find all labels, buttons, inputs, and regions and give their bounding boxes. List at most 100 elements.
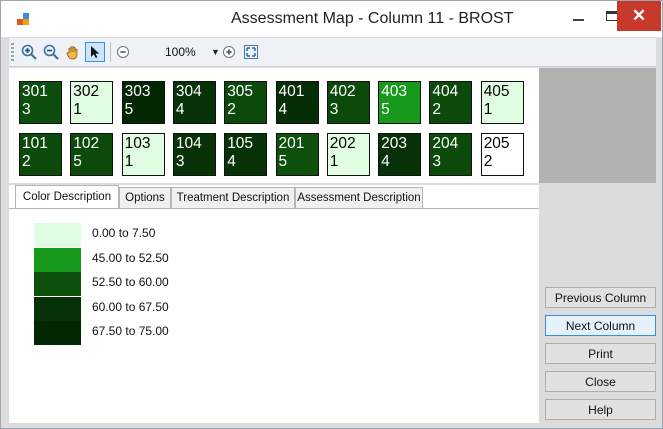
plot-rating: 2 [432,101,442,118]
plot-cell-405[interactable]: 405 1 [480,81,524,124]
plot-number: 104 [175,135,202,152]
plot-cell-102[interactable]: 102 5 [70,133,114,176]
close-icon: ✕ [631,6,647,25]
pan-button[interactable] [63,42,83,62]
plot-cell-203[interactable]: 203 4 [378,133,422,176]
plot-rating: 2 [483,153,493,170]
legend-label: 60.00 to 67.50 [92,299,169,314]
close-button[interactable]: Close [545,371,656,392]
plot-number: 402 [329,83,356,100]
plot-cell-103[interactable]: 103 1 [121,133,165,176]
print-button[interactable]: Print [545,343,656,364]
zoom-level-value[interactable]: 100% [165,45,196,59]
plot-cell-404[interactable]: 404 2 [429,81,473,124]
tab-options[interactable]: Options [119,187,171,208]
plot-cell-301[interactable]: 301 3 [19,81,62,124]
plot-rating: 2 [227,101,236,118]
plot-number: 105 [227,135,254,152]
pointer-arrow-icon [91,46,100,58]
legend-row: 60.00 to 67.50 [34,296,334,321]
legend-swatch [34,223,81,247]
plot-cell-101[interactable]: 101 2 [19,133,62,176]
fit-page-button[interactable] [241,42,261,62]
legend-label: 0.00 to 7.50 [92,226,156,240]
plot-cell-305[interactable]: 305 2 [224,81,268,124]
help-button[interactable]: Help [545,399,656,420]
plot-number: 404 [432,83,459,100]
legend-label: 52.50 to 60.00 [92,275,169,289]
plot-rating: 3 [22,101,31,118]
plot-number: 201 [278,135,305,152]
pointer-tool-button[interactable] [85,42,105,62]
plot-rating: 4 [175,101,185,118]
legend-row: 67.50 to 75.00 [34,321,334,345]
plot-rating: 1 [483,101,493,118]
window-title: Assessment Map - Column 11 - BROST [231,10,514,27]
plot-cell-204[interactable]: 204 3 [429,133,473,176]
plot-number: 204 [432,135,459,152]
plot-number: 302 [73,83,100,100]
plot-cell-403[interactable]: 403 5 [378,81,422,124]
plot-rating: 4 [227,153,236,170]
map-empty-area [539,68,656,183]
plot-cell-205[interactable]: 205 2 [480,133,524,176]
previous-column-button[interactable]: Previous Column [545,287,656,308]
plot-number: 303 [124,83,151,100]
tab-color-description[interactable]: Color Description [15,185,119,208]
zoom-decrease-button[interactable] [113,42,133,62]
tab-divider [9,208,539,209]
title-bar: Assessment Map - Column 11 - BROST ✕ [1,1,662,37]
plot-cell-105[interactable]: 105 4 [224,133,268,176]
plot-cell-202[interactable]: 202 1 [326,133,370,176]
plot-cell-402[interactable]: 402 3 [326,81,370,124]
plot-cell-201[interactable]: 201 5 [275,133,319,176]
minimize-icon [572,19,584,21]
plot-rating: 5 [124,101,134,118]
legend-label: 67.50 to 75.00 [92,324,169,338]
plot-cell-104[interactable]: 104 3 [172,133,216,176]
toolbar: 100% ▼ [9,38,656,67]
tab-assessment-description[interactable]: Assessment Description [295,187,423,208]
zoom-increase-button[interactable] [219,42,239,62]
close-window-button[interactable]: ✕ [617,1,661,31]
fit-page-icon [244,45,258,59]
legend-label: 45.00 to 52.50 [92,250,169,265]
plot-cell-303[interactable]: 303 5 [121,81,165,124]
plot-number: 202 [329,135,356,152]
minimize-button[interactable] [561,1,595,31]
plot-number: 103 [124,135,151,152]
zoom-out-button[interactable] [41,42,61,62]
zoom-minus-icon [117,46,129,58]
plot-number: 301 [22,83,48,100]
plot-number: 203 [381,135,407,152]
plot-rating: 5 [73,153,82,170]
legend-swatch [34,321,81,345]
pan-hand-icon [66,46,78,60]
plot-rating: 5 [278,153,288,170]
zoom-plus-icon [223,46,235,58]
legend-swatch [34,272,81,296]
zoom-in-button[interactable] [19,42,39,62]
zoom-in-icon [21,44,37,60]
plot-rating: 3 [432,153,442,170]
legend-row: 0.00 to 7.50 [34,223,334,247]
plot-cell-304[interactable]: 304 4 [172,81,216,124]
plot-rating: 5 [381,101,390,118]
plot-rating: 1 [329,153,339,170]
toolbar-separator [110,42,111,62]
tab-treatment-description[interactable]: Treatment Description [171,187,295,208]
next-column-button[interactable]: Next Column [545,315,656,336]
plot-number: 305 [227,83,254,100]
plot-cell-302[interactable]: 302 1 [70,81,114,124]
toolbar-grip [11,43,14,61]
plot-rating: 1 [73,101,82,118]
plot-number: 101 [22,135,48,152]
plot-number: 401 [278,83,305,100]
tab-content-panel: 0.00 to 7.50 45.00 to 52.50 52.50 to 60.00… [9,185,539,423]
assessment-map-window: Assessment Map - Column 11 - BROST ✕ 100… [0,0,663,429]
plot-number: 205 [483,135,510,152]
plot-number: 405 [483,83,510,100]
plot-cell-401[interactable]: 401 4 [275,81,319,124]
plot-number: 304 [175,83,202,100]
plot-rating: 1 [124,153,134,170]
